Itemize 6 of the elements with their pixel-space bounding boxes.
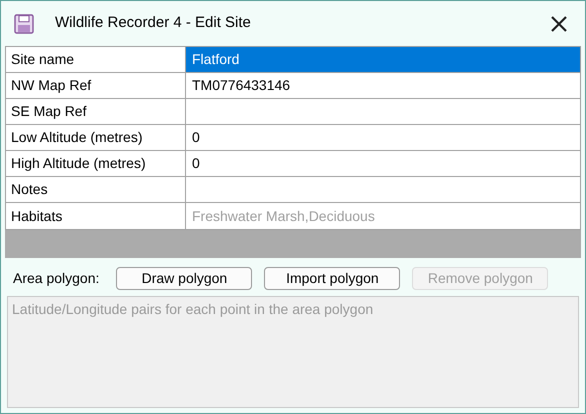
field-value[interactable]: Flatford xyxy=(186,47,580,72)
area-polygon-label: Area polygon: xyxy=(13,269,100,288)
polygon-button[interactable]: Import polygon xyxy=(264,267,400,290)
close-icon xyxy=(550,14,568,32)
polygon-button[interactable]: Draw polygon xyxy=(116,267,252,290)
window-title: Wildlife Recorder 4 - Edit Site xyxy=(54,13,252,34)
